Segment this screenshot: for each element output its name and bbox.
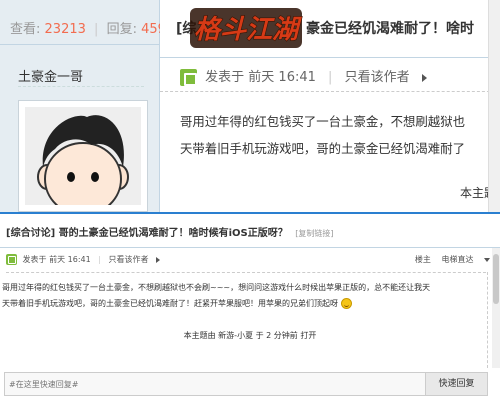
full-post-view: [综合讨论] 哥的土豪金已经饥渴难耐了！啥时候有iOS正版呀？ [复制链接] 发… [0,212,500,400]
body-line: 天带着旧手机玩游戏吧，哥的土豪金已经饥渴难耐了 [180,141,465,156]
views-count: 23213 [44,22,86,37]
arrow-right-icon[interactable] [421,73,427,82]
author-name[interactable]: 土豪金一哥 [18,66,83,85]
logo-wordmark: 格斗江湖 [194,15,302,45]
thread-title-text: 哥的土豪金已经饥渴难耐了！啥时候有iOS正版呀？ [58,228,288,239]
quick-reply-bar: 快速回复 [4,372,488,396]
chevron-down-icon[interactable] [484,257,490,262]
body-line: 哥用过年得的红包钱买了一台土豪金，不想刷越狱也不会刷~~~，想问问这游戏什么时候… [2,283,431,292]
meta-separator: | [98,255,101,264]
meta-separator: | [328,70,333,85]
only-author-link[interactable]: 只看该作者 [345,70,410,85]
avatar[interactable] [18,100,148,212]
post-body: 哥用过年得的红包钱买了一台土豪金，不想刷越狱也不会刷~~~，想问问这游戏什么时候… [2,280,430,312]
only-author-link[interactable]: 只看该作者 [109,255,149,264]
posted-label: 发表于 [205,70,245,85]
post-nav: 楼主 电梯直达 [407,254,490,265]
author-sidebar: 查看: 23213 | 回复: 4594 土豪金一哥 [0,0,174,212]
post-time: 前天 16:41 [49,255,91,264]
sidebar-divider [0,44,160,45]
post-meta-row: 发表于 前天 16:41 | 只看该作者 [180,66,427,86]
views-label: 查看: [10,22,41,37]
thread-stats: 查看: 23213 | 回复: 4594 [10,18,174,37]
smiley-emoji-icon [340,298,352,309]
name-underline [18,86,144,87]
body-line-text: 天带着旧手机玩游戏吧，哥的土豪金已经饥渴难耐了！赶紧开苹果服吧！用苹果的兄弟们顶… [2,299,338,308]
post-content-zoomed: [综 格斗江湖 豪金已经饥渴难耐了！啥时 发表于 前天 16:41 | 只看该作… [160,0,500,212]
body-line: 哥用过年得的红包钱买了一台土豪金，不想刷越狱也 [180,114,465,129]
cartoon-face-icon [37,115,129,205]
post-meta-row: 发表于 前天 16:41 | 只看该作者 [6,254,161,268]
post-time: 前天 16:41 [248,70,316,85]
game-logo-icon: 格斗江湖 [190,8,303,48]
scrollbar[interactable] [492,248,500,368]
meta-divider [160,91,500,92]
quick-reply-button[interactable]: 快速回复 [425,373,487,395]
thread-title: 豪金已经饥渴难耐了！啥时 [306,21,474,37]
posted-label: 发表于 [22,255,47,264]
post-icon [6,254,17,265]
zoomed-view: 查看: 23213 | 回复: 4594 土豪金一哥 [综 格斗江湖 豪金已经饥… [0,0,500,212]
column-divider [487,272,488,368]
quick-reply-input[interactable] [5,373,425,395]
avatar-image [25,107,141,205]
post-body-zoomed: 哥用过年得的红包钱买了一台土豪金，不想刷越狱也 天带着旧手机玩游戏吧，哥的土豪金… [180,108,500,162]
thread-title-bar: [综 格斗江湖 豪金已经饥渴难耐了！啥时 [160,0,500,58]
copy-link-button[interactable]: [复制链接] [295,229,333,238]
thread-category[interactable]: [综合讨论] [6,228,55,239]
topic-status: 本主题由 新游-小夏 于 2 分钟前 打开 [183,331,317,340]
scrollbar-thumb[interactable] [493,254,499,304]
replies-label: 回复: [106,22,137,37]
post-icon [180,69,197,86]
floor-label: 楼主 [414,255,431,264]
stats-separator: | [94,22,99,37]
thread-title-bar: [综合讨论] 哥的土豪金已经饥渴难耐了！啥时候有iOS正版呀？ [复制链接] [0,214,500,248]
jump-floor-button[interactable]: 电梯直达 [441,255,473,264]
thread-title: [综合讨论] 哥的土豪金已经饥渴难耐了！啥时候有iOS正版呀？ [复制链接] [6,224,334,239]
scrollbar[interactable] [488,0,500,212]
arrow-right-icon[interactable] [156,256,161,263]
body-line-2: 天带着旧手机玩游戏吧，哥的土豪金已经饥渴难耐了！赶紧开苹果服吧！用苹果的兄弟们顶… [2,296,430,312]
meta-divider [6,272,486,273]
